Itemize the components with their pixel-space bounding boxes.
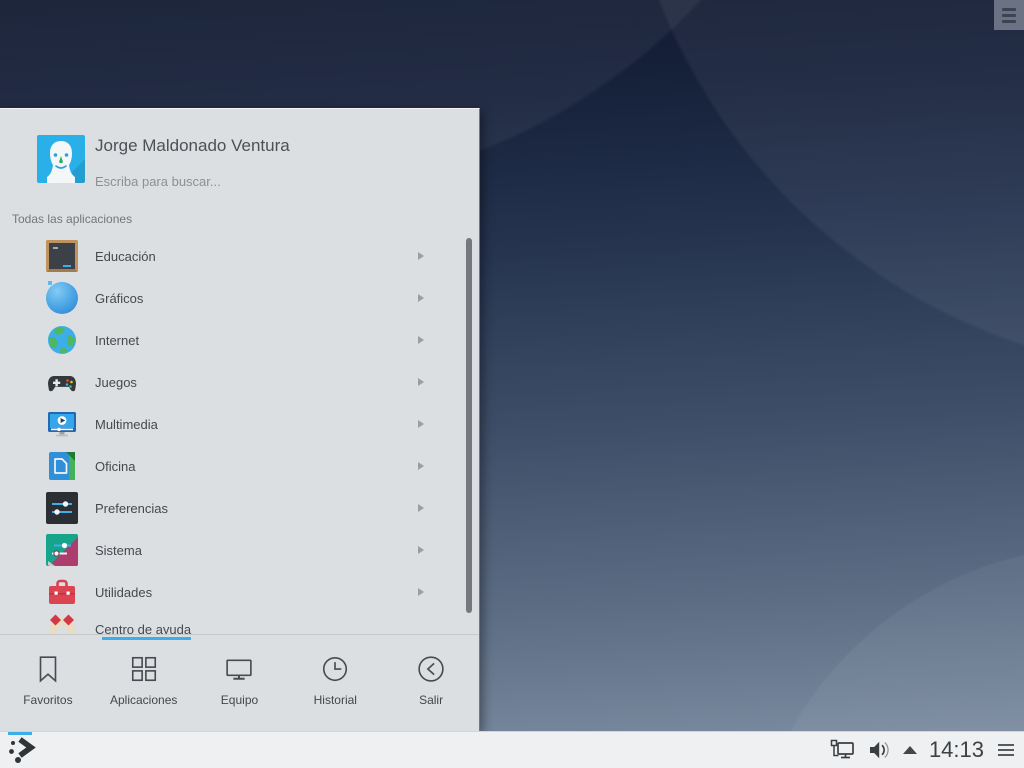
hamburger-icon [1002, 13, 1016, 17]
category-row-help-center[interactable]: Centro de ayuda [0, 608, 479, 634]
category-label: Preferencias [95, 500, 168, 516]
breadcrumb-all-applications: Todas las aplicaciones [12, 212, 133, 226]
category-row-games[interactable]: Juegos [0, 361, 479, 403]
favorites-icon [39, 656, 57, 683]
tab-history[interactable]: Historial [287, 638, 383, 732]
launcher-active-indicator [8, 732, 32, 735]
leave-icon [418, 656, 444, 682]
tab-leave[interactable]: Salir [383, 638, 479, 732]
network-icon[interactable] [830, 739, 855, 762]
kde-launcher-icon [9, 737, 36, 763]
bottom-panel: 14:13 [0, 731, 1024, 768]
settings-icon [46, 492, 78, 524]
category-label: Juegos [95, 374, 137, 390]
desktop-toolbox-button[interactable] [994, 0, 1024, 30]
education-icon [46, 240, 78, 272]
hamburger-icon [998, 754, 1014, 756]
internet-icon [46, 324, 78, 356]
category-row-system[interactable]: Sistema [0, 529, 479, 571]
application-launcher-button[interactable] [0, 732, 44, 768]
tab-label: Historial [313, 693, 357, 707]
category-label: Utilidades [95, 584, 153, 600]
user-name: Jorge Maldonado Ventura [95, 136, 290, 155]
volume-icon[interactable] [868, 740, 890, 760]
computer-icon [226, 659, 253, 680]
hamburger-icon [1002, 7, 1016, 11]
category-row-preferences[interactable]: Preferencias [0, 487, 479, 529]
tab-applications[interactable]: Aplicaciones [96, 638, 192, 732]
hamburger-icon [998, 744, 1014, 746]
panel-overflow-button[interactable] [998, 744, 1014, 756]
user-face-icon [47, 141, 85, 183]
category-label: Gráficos [95, 290, 144, 306]
tab-bar-divider [0, 634, 479, 635]
application-category-list: Educación Gráficos Internet Juegos Multi… [0, 235, 479, 634]
category-row-graphics[interactable]: Gráficos [0, 277, 479, 319]
category-label: Educación [95, 248, 156, 264]
help-icon [46, 613, 78, 634]
games-icon [46, 366, 78, 398]
category-row-internet[interactable]: Internet [0, 319, 479, 361]
launcher-tab-bar: Favoritos Aplicaciones Equipo Historial … [0, 638, 479, 732]
submenu-arrow-icon [418, 336, 424, 344]
multimedia-icon [46, 408, 78, 440]
category-row-utilities[interactable]: Utilidades [0, 571, 479, 613]
submenu-arrow-icon [418, 588, 424, 596]
search-input[interactable]: Escriba para buscar... [95, 174, 221, 189]
submenu-arrow-icon [418, 420, 424, 428]
submenu-arrow-icon [418, 378, 424, 386]
category-label: Centro de ayuda [95, 621, 192, 635]
list-scrollbar[interactable] [466, 238, 472, 613]
category-label: Sistema [95, 542, 142, 558]
utilities-icon [46, 576, 78, 608]
application-launcher-menu: Jorge Maldonado Ventura Escriba para bus… [0, 108, 480, 731]
category-label: Oficina [95, 458, 136, 474]
submenu-arrow-icon [418, 252, 424, 260]
category-label: Internet [95, 332, 140, 348]
hamburger-icon [998, 749, 1014, 751]
category-row-multimedia[interactable]: Multimedia [0, 403, 479, 445]
submenu-arrow-icon [418, 546, 424, 554]
system-tray: 14:13 [830, 737, 1024, 763]
tab-favorites[interactable]: Favoritos [0, 638, 96, 732]
office-icon [46, 450, 78, 482]
expand-tray-button[interactable] [902, 746, 917, 754]
applications-icon [131, 656, 156, 682]
graphics-icon [46, 281, 78, 314]
tab-computer[interactable]: Equipo [192, 638, 288, 732]
category-label: Multimedia [95, 416, 158, 432]
submenu-arrow-icon [418, 504, 424, 512]
user-avatar[interactable] [37, 135, 85, 183]
tab-label: Salir [419, 693, 444, 707]
history-icon [323, 656, 348, 682]
category-row-office[interactable]: Oficina [0, 445, 479, 487]
digital-clock[interactable]: 14:13 [929, 737, 984, 763]
category-row-education[interactable]: Educación [0, 235, 479, 277]
system-icon [46, 534, 78, 566]
submenu-arrow-icon [418, 462, 424, 470]
expand-arrow-icon [902, 746, 917, 754]
tab-label: Aplicaciones [110, 693, 178, 707]
launcher-header: Jorge Maldonado Ventura Escriba para bus… [0, 109, 479, 209]
submenu-arrow-icon [418, 294, 424, 302]
tab-label: Favoritos [23, 693, 73, 707]
tab-label: Equipo [220, 693, 259, 707]
hamburger-icon [1002, 19, 1016, 23]
